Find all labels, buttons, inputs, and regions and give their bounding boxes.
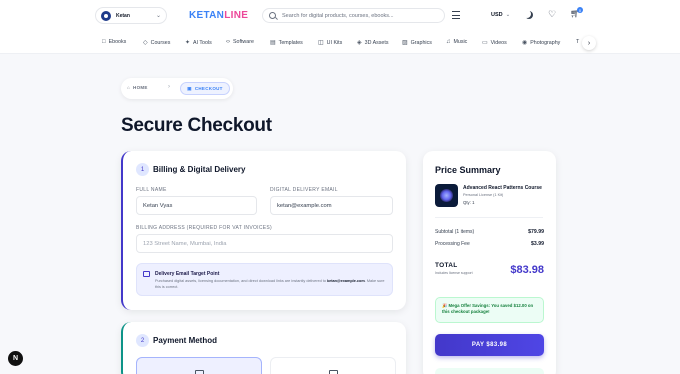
template-icon: ▤ [270,40,276,46]
sparkle-icon: ✦ [185,40,191,46]
search-bar[interactable]: Search for digital products, courses, eb… [262,8,445,23]
category-nav: □ Ebooks ◇ Courses ✦ AI Tools ‹› Software ▤ T… [0,32,680,54]
moon-icon[interactable] [525,11,533,19]
divider [435,217,543,218]
offer-savings-banner: 🎉 Mega Offer Savings: You saved $12.00 o… [435,297,544,323]
step-number: 1 [136,163,149,176]
avatar [101,10,111,21]
address-field[interactable]: 123 Street Name, Mumbai, India [136,234,393,253]
product-qty: Qty: 1 [463,200,475,205]
info-text: Purchased digital assets, licensing docu… [155,279,385,289]
chevron-right-icon: › [168,84,170,90]
payment-option-alt[interactable] [270,357,396,374]
category-courses[interactable]: ◇ Courses [143,39,170,47]
subtotal-label: Subtotal (1 items) [435,229,475,235]
search-icon [269,12,276,19]
category-music[interactable]: ♫ Music [446,39,467,45]
music-icon: ♫ [446,39,451,45]
category-videos[interactable]: ▭ Videos [482,39,507,47]
top-header: Ketan ⌄ KETANLINE Search for digital pro… [0,0,680,32]
book-icon: □ [102,39,106,45]
payment-option-card[interactable] [136,357,262,374]
layout-icon: ◫ [318,40,324,46]
mail-icon [143,271,150,277]
chevron-down-icon: ⌄ [155,13,161,19]
cart-count-badge: 0 [577,7,583,13]
assistant-fab-button[interactable]: N [8,351,23,366]
delivery-info-box: Delivery Email Target Point Purchased di… [136,263,393,296]
fee-label: Processing Fee [435,241,470,247]
image-icon: ▨ [402,40,408,46]
full-name-field[interactable]: Ketan Vyas [136,196,257,215]
address-label: BILLING ADDRESS (REQUIRED FOR VAT INVOIC… [136,225,272,231]
breadcrumb-checkout: ▣ CHECKOUT [180,82,230,95]
email-label: DIGITAL DELIVERY EMAIL [270,187,338,193]
category-graphics[interactable]: ▨ Graphics [402,39,432,47]
section-title: Payment Method [153,336,218,345]
product-name: Advanced React Patterns Course [463,185,542,191]
info-title: Delivery Email Target Point [155,271,220,277]
site-logo[interactable]: KETANLINE [189,10,248,21]
full-name-label: FULL NAME [136,187,167,193]
product-thumbnail [435,184,458,207]
code-icon: ‹› [226,39,230,45]
user-account-dropdown[interactable]: Ketan ⌄ [95,7,167,24]
email-field[interactable]: ketan@example.com [270,196,393,215]
lock-icon: ▣ [187,85,192,91]
cube-icon: ◈ [357,40,362,46]
category-ebooks[interactable]: □ Ebooks [102,39,126,45]
category-3d-assets[interactable]: ◈ 3D Assets [357,39,388,47]
filter-icon[interactable] [452,11,460,19]
breadcrumb: ⌂ HOME › ▣ CHECKOUT [121,78,233,99]
price-summary-card: Price Summary Advanced React Patterns Co… [423,151,556,374]
payment-card: 2 Payment Method [121,322,406,374]
product-license: Personal License (1 Kit) [463,193,504,197]
fee-value: $3.99 [531,241,544,247]
step-number: 2 [136,334,149,347]
wallet-icon [329,370,338,374]
category-photography[interactable]: ◉ Photography [522,39,560,47]
summary-title: Price Summary [435,165,501,175]
total-label: TOTAL [435,262,458,269]
video-icon: ▭ [482,40,488,46]
page-title: Secure Checkout [121,115,272,136]
graduation-cap-icon: ◇ [143,40,148,46]
credit-card-icon [195,370,204,374]
chevron-right-icon: › [587,39,591,47]
search-input[interactable]: Search for digital products, courses, eb… [282,13,394,19]
currency-selector[interactable]: USD ⌄ [491,12,510,18]
total-subtext: Includes license support [435,271,473,275]
category-ui-kits[interactable]: ◫ UI Kits [318,39,342,47]
camera-icon: ◉ [522,40,528,46]
breadcrumb-home[interactable]: ⌂ HOME [127,85,148,90]
category-templates[interactable]: ▤ Templates [270,39,303,47]
billing-card: 1 Billing & Digital Delivery FULL NAME K… [121,151,406,310]
heart-icon[interactable]: ♡ [548,10,556,19]
user-name: Ketan [116,12,130,19]
secure-badge [435,368,544,374]
subtotal-value: $79.99 [528,229,544,235]
scroll-right-button[interactable]: › [582,36,596,50]
section-title: Billing & Digital Delivery [153,165,246,174]
category-ai-tools[interactable]: ✦ AI Tools [185,39,212,47]
category-more[interactable]: T [576,39,579,45]
total-value: $83.98 [510,264,544,276]
category-software[interactable]: ‹› Software [226,39,254,45]
pay-button[interactable]: PAY $83.98 [435,334,544,356]
home-icon: ⌂ [127,85,131,90]
